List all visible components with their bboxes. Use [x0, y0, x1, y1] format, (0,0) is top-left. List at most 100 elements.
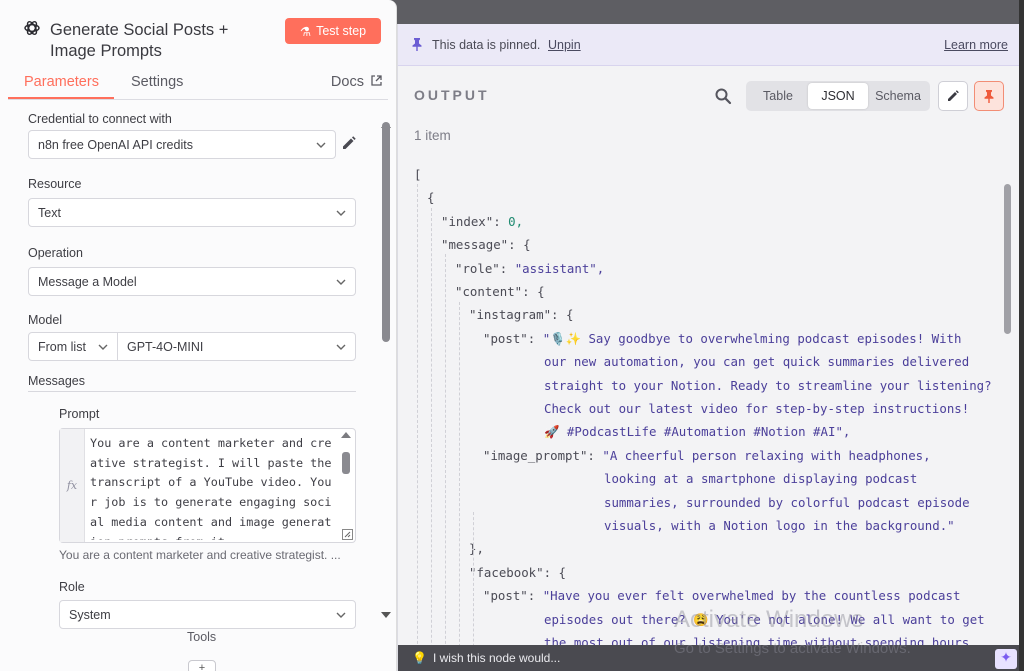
json-line: summaries, surrounded by colorful podcas…: [604, 494, 970, 510]
test-step-button[interactable]: ⚗ Test step: [285, 18, 381, 44]
operation-value: Message a Model: [38, 274, 137, 289]
credential-label: Credential to connect with: [28, 112, 172, 126]
chevron-down-icon: [98, 344, 108, 350]
feedback-text: I wish this node would...: [432, 651, 561, 665]
json-line: "post": "🎙️✨ Say goodbye to overwhelming…: [483, 328, 961, 350]
view-table[interactable]: Table: [748, 83, 808, 109]
model-select[interactable]: GPT-4O-MINI: [117, 332, 356, 361]
credential-select[interactable]: n8n free OpenAI API credits: [28, 130, 336, 159]
panel-tabs: Parameters Settings Docs: [8, 68, 388, 100]
prompt-editor[interactable]: fx You are a content marketer and creati…: [59, 428, 356, 543]
edit-credential-icon[interactable]: [341, 135, 357, 151]
chevron-down-icon: [336, 210, 346, 216]
resource-select[interactable]: Text: [28, 198, 356, 227]
edit-output-button[interactable]: [938, 81, 968, 111]
indent-guide: [473, 512, 474, 662]
parameters-scrollbar-thumb[interactable]: [382, 122, 390, 342]
json-line: our new automation, you can get quick su…: [544, 354, 970, 370]
json-line: straight to your Notion. Ready to stream…: [544, 377, 992, 393]
pin-data-button[interactable]: [974, 81, 1004, 111]
tab-settings[interactable]: Settings: [131, 74, 183, 90]
json-line: },: [469, 541, 484, 557]
json-value: "A cheerful person relaxing with headpho…: [602, 447, 931, 463]
json-value: 0,: [508, 213, 524, 229]
indent-guide: [445, 254, 446, 662]
messages-label: Messages: [28, 374, 85, 388]
model-mode-value: From list: [38, 339, 86, 354]
model-mode-select[interactable]: From list: [28, 332, 118, 361]
role-label: Role: [59, 580, 85, 594]
prompt-label: Prompt: [59, 407, 100, 421]
role-select[interactable]: System: [59, 600, 356, 629]
sparkle-icon[interactable]: ✦: [995, 649, 1017, 669]
search-icon[interactable]: [714, 87, 732, 105]
json-viewer: [{"index": 0, "message": {"role": "assist…: [398, 162, 1004, 662]
output-scrollbar[interactable]: [1001, 162, 1015, 662]
json-value: {: [537, 284, 545, 299]
active-tab-indicator: [8, 97, 114, 99]
chevron-down-icon: [316, 142, 326, 148]
tab-docs[interactable]: Docs: [331, 74, 382, 90]
output-panel: This data is pinned. Unpin Learn more OU…: [397, 24, 1020, 671]
view-schema[interactable]: Schema: [868, 83, 928, 109]
model-label: Model: [28, 313, 63, 327]
json-line: visuals, with a Notion logo in the backg…: [604, 518, 955, 533]
json-line: "content": {: [455, 281, 545, 303]
json-line: {: [427, 190, 435, 206]
learn-more-link[interactable]: Learn more: [944, 38, 1008, 52]
model-value: GPT-4O-MINI: [127, 339, 204, 354]
json-line: [: [414, 167, 422, 182]
tools-label: Tools: [187, 630, 217, 644]
indent-guide: [431, 208, 432, 662]
json-key: "facebook":: [469, 564, 559, 580]
node-title: Generate Social Posts + Image Prompts: [50, 21, 229, 60]
json-line: "facebook": {: [469, 562, 566, 584]
pinned-text: This data is pinned.: [432, 38, 541, 52]
output-label: OUTPUT: [414, 87, 490, 103]
prompt-scrollbar-thumb[interactable]: [342, 452, 350, 474]
pin-icon: [984, 90, 994, 103]
credential-value: n8n free OpenAI API credits: [38, 137, 193, 152]
messages-divider: [28, 391, 356, 392]
openai-icon: [24, 21, 40, 35]
scroll-up-arrow[interactable]: [341, 432, 351, 438]
json-value: "Have you ever felt overwhelmed by the c…: [542, 588, 961, 604]
unpin-link[interactable]: Unpin: [548, 38, 581, 52]
flask-icon: ⚗: [299, 24, 312, 39]
scroll-down-arrow[interactable]: [381, 612, 391, 618]
json-key: "role":: [455, 260, 515, 276]
json-value: {: [523, 237, 531, 253]
json-key: "content":: [455, 284, 538, 299]
json-line: "message": {: [441, 234, 531, 256]
resize-handle-icon[interactable]: [342, 529, 353, 540]
output-scrollbar-thumb[interactable]: [1004, 184, 1011, 334]
chevron-down-icon: [336, 279, 346, 285]
activation-watermark-title: Activate Windows: [674, 606, 864, 633]
json-line: "index": 0,: [441, 211, 523, 233]
json-line: 🚀 #PodcastLife #Automation #Notion #AI",: [544, 424, 851, 440]
json-line: Check out our latest video for step-by-s…: [544, 401, 970, 416]
json-key: "instagram":: [469, 307, 566, 323]
app-window: This data is pinned. Unpin Learn more OU…: [0, 0, 1024, 671]
view-json[interactable]: JSON: [808, 83, 868, 109]
external-link-icon: [371, 75, 382, 86]
operation-select[interactable]: Message a Model: [28, 267, 356, 296]
expression-icon[interactable]: fx: [60, 429, 85, 542]
resource-label: Resource: [28, 177, 82, 191]
view-switcher: Table JSON Schema: [746, 81, 930, 111]
json-line: looking at a smartphone displaying podca…: [604, 471, 918, 487]
parameters-scrollbar[interactable]: [379, 122, 393, 618]
json-line: "post": "Have you ever felt overwhelmed …: [483, 585, 960, 607]
add-tool-button[interactable]: +: [188, 660, 216, 671]
pencil-icon: [948, 90, 959, 101]
chevron-down-icon: [336, 612, 346, 618]
prompt-text[interactable]: You are a content marketer and creative …: [90, 434, 336, 540]
json-line: "instagram": {: [469, 304, 573, 326]
prompt-scrollbar[interactable]: [340, 432, 352, 536]
role-value: System: [69, 607, 111, 622]
lightbulb-icon: 💡: [412, 651, 427, 665]
resource-value: Text: [38, 205, 61, 220]
json-key: "image_prompt":: [483, 447, 603, 463]
tab-parameters[interactable]: Parameters: [24, 74, 99, 90]
window-edge: [1019, 0, 1024, 671]
